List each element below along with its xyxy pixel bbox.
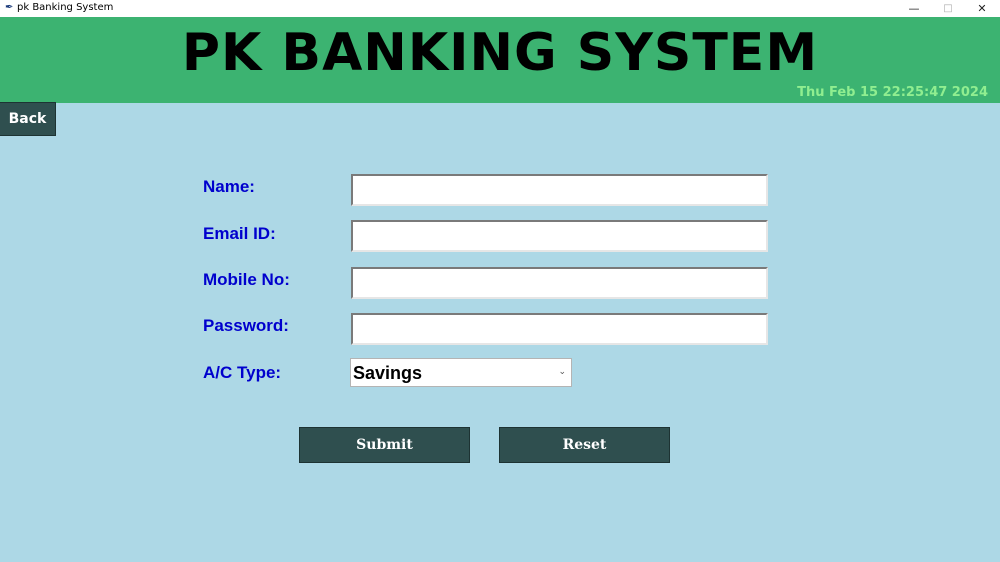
email-label: Email ID:: [203, 224, 276, 243]
mobile-label: Mobile No:: [203, 270, 290, 289]
datetime-label: Thu Feb 15 22:25:47 2024: [797, 85, 988, 100]
name-label: Name:: [203, 177, 255, 196]
name-field[interactable]: [351, 174, 768, 206]
maximize-button[interactable]: □: [931, 0, 965, 17]
submit-button[interactable]: Submit: [299, 427, 470, 463]
mobile-field[interactable]: [351, 267, 768, 299]
minimize-button[interactable]: —: [897, 0, 931, 17]
actype-label: A/C Type:: [203, 363, 282, 382]
actype-select[interactable]: Savings ⌄: [350, 358, 572, 387]
window-titlebar: ✒ pk Banking System — □ ✕: [0, 0, 1000, 17]
password-label: Password:: [203, 316, 289, 335]
header-banner: PK BANKING SYSTEM Thu Feb 15 22:25:47 20…: [0, 17, 1000, 103]
back-button[interactable]: Back: [0, 102, 56, 136]
password-field[interactable]: [351, 313, 768, 345]
actype-selected-value: Savings: [353, 363, 423, 383]
close-button[interactable]: ✕: [965, 0, 999, 17]
feather-icon: ✒: [5, 2, 14, 13]
page-title: PK BANKING SYSTEM: [181, 23, 819, 83]
chevron-down-icon[interactable]: ⌄: [558, 366, 566, 378]
email-field[interactable]: [351, 220, 768, 252]
window-title: pk Banking System: [17, 2, 114, 13]
reset-button[interactable]: Reset: [499, 427, 670, 463]
